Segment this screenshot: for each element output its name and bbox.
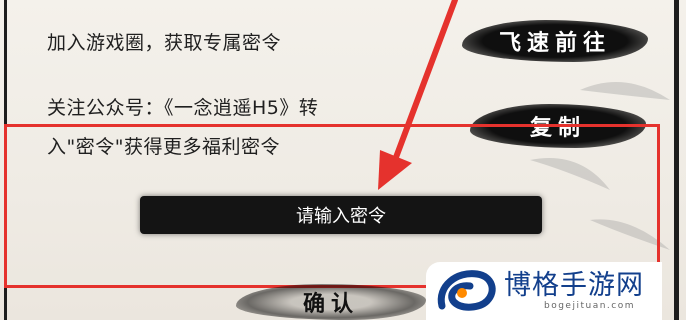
site-logo-icon [437,270,496,311]
go-now-button[interactable]: 飞速前往 [462,20,648,62]
confirm-button[interactable]: 确认 [236,284,426,320]
watermark-url: bogejituan.com [544,301,636,311]
follow-account-text-line1: 关注公众号：《一念逍遥H5》转 [47,97,319,119]
secret-code-input[interactable]: 请输入密令 [140,196,542,234]
watermark-site-name: 博格手游网 [504,270,644,301]
join-game-circle-text: 加入游戏圈，获取专属密令 [47,32,282,54]
site-watermark: 博格手游网 bogejituan.com [426,262,662,320]
